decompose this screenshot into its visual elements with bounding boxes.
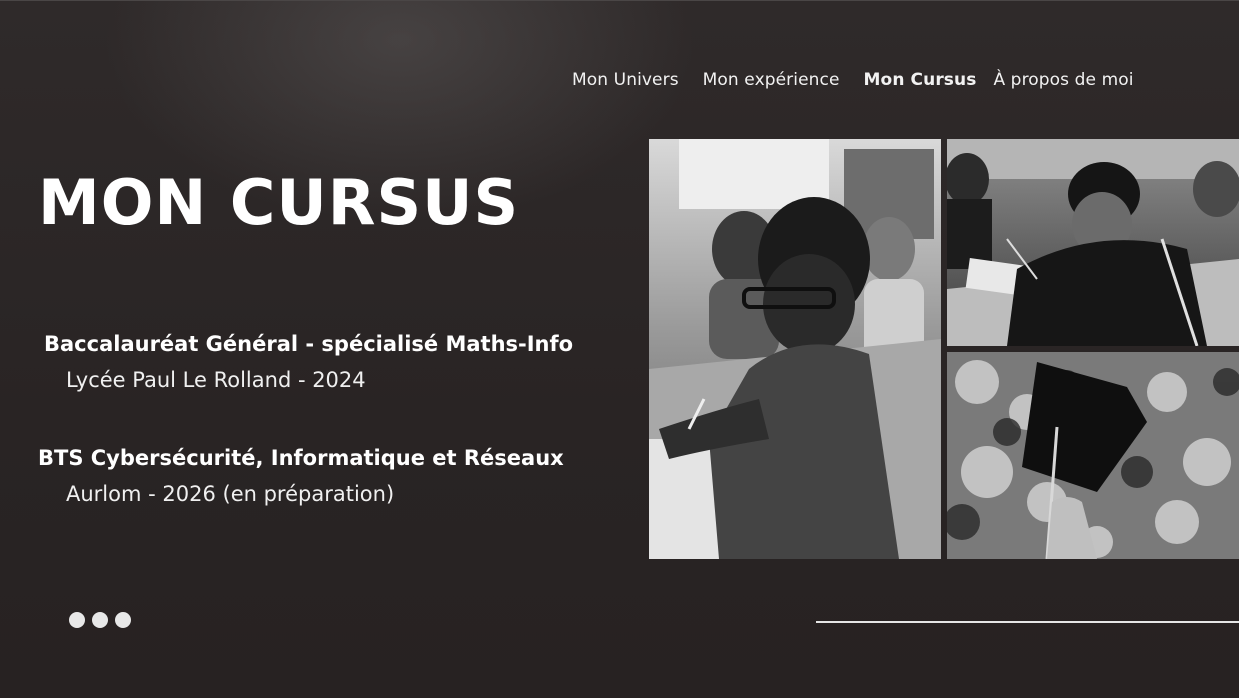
degree-title: Baccalauréat Général - spécialisé Maths-… — [44, 332, 574, 356]
nav-item-mon-univers[interactable]: Mon Univers — [572, 70, 679, 90]
page-title: MON CURSUS — [38, 166, 520, 239]
dot[interactable] — [69, 612, 85, 628]
education-entry: Baccalauréat Général - spécialisé Maths-… — [44, 332, 573, 392]
education-entry: BTS Cybersécurité, Informatique et Résea… — [38, 446, 564, 506]
photo-graduation-cap-trees — [947, 352, 1239, 559]
school-name: Lycée Paul Le Rolland - 2024 — [66, 368, 366, 392]
degree-title: BTS Cybersécurité, Informatique et Résea… — [38, 446, 564, 470]
divider-line — [816, 621, 1239, 623]
top-border — [0, 0, 1239, 1]
page: Mon Univers Mon expérience Mon Cursus À … — [0, 0, 1239, 698]
school-name: Aurlom - 2026 (en préparation) — [66, 482, 395, 506]
photo-student-writing-classroom — [649, 139, 941, 559]
nav-item-mon-experience[interactable]: Mon expérience — [703, 70, 840, 90]
nav-item-mon-cursus[interactable]: Mon Cursus — [864, 70, 977, 90]
photo-student-exam-desk — [947, 139, 1239, 346]
dot[interactable] — [115, 612, 131, 628]
pagination-dots — [69, 612, 138, 628]
nav-item-a-propos[interactable]: À propos de moi — [993, 70, 1133, 90]
main-nav: Mon Univers Mon expérience Mon Cursus À … — [572, 70, 1134, 90]
dot[interactable] — [92, 612, 108, 628]
